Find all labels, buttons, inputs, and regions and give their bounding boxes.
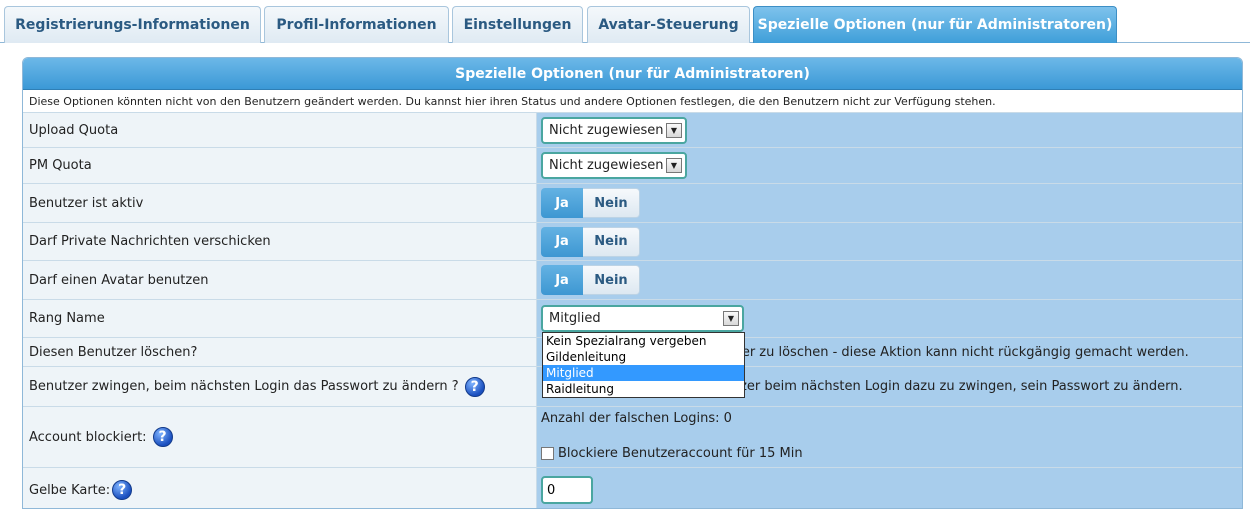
rank-select-value: Mitglied xyxy=(549,311,601,326)
rank-name-label: Rang Name xyxy=(23,300,537,337)
row-user-active: Benutzer ist aktiv Ja Nein xyxy=(23,184,1242,223)
avatar-permission-field: Ja Nein xyxy=(537,261,1242,299)
chevron-down-icon: ▼ xyxy=(666,158,682,173)
row-avatar: Darf einen Avatar benutzen Ja Nein xyxy=(23,261,1242,300)
user-active-label: Benutzer ist aktiv xyxy=(23,184,537,222)
avatar-yes-button[interactable]: Ja xyxy=(541,265,583,295)
user-active-toggle: Ja Nein xyxy=(541,188,640,218)
special-options-panel: Spezielle Optionen (nur für Administrato… xyxy=(22,57,1243,509)
force-password-label-wrap: Benutzer zwingen, beim nächsten Login da… xyxy=(23,367,537,406)
delete-user-label: Diesen Benutzer löschen? xyxy=(23,338,537,366)
tab-settings[interactable]: Einstellungen xyxy=(452,6,583,43)
block-account-checkbox[interactable] xyxy=(541,447,554,460)
private-messages-label: Darf Private Nachrichten verschicken xyxy=(23,223,537,260)
private-messages-no-button[interactable]: Nein xyxy=(583,226,640,257)
tab-registration-info[interactable]: Registrierungs-Informationen xyxy=(4,6,261,43)
help-icon[interactable]: ? xyxy=(464,376,485,397)
rank-option[interactable]: Kein Spezialrang vergeben xyxy=(543,333,744,349)
tab-special-options[interactable]: Spezielle Optionen (nur für Administrato… xyxy=(753,6,1117,43)
pm-quota-select[interactable]: Nicht zugewiesen ▼ xyxy=(541,152,687,179)
account-blocked-field: Anzahl der falschen Logins: 0 Blockiere … xyxy=(537,407,1242,467)
yellow-card-label: Gelbe Karte: xyxy=(29,482,111,498)
tab-avatar-control[interactable]: Avatar-Steuerung xyxy=(587,6,750,43)
block-account-option: Blockiere Benutzeraccount für 15 Min xyxy=(541,446,803,461)
rank-option-selected[interactable]: Mitglied xyxy=(543,365,744,381)
row-account-blocked: Account blockiert: ? Anzahl der falschen… xyxy=(23,407,1242,468)
help-icon[interactable]: ? xyxy=(112,480,133,500)
row-upload-quota: Upload Quota Nicht zugewiesen ▼ xyxy=(23,113,1242,148)
yellow-card-label-wrap: Gelbe Karte: ? xyxy=(23,468,537,508)
avatar-no-button[interactable]: Nein xyxy=(583,265,640,295)
rank-option[interactable]: Gildenleitung xyxy=(543,349,744,365)
rank-select[interactable]: Mitglied ▼ xyxy=(541,305,744,332)
pm-quota-label: PM Quota xyxy=(23,148,537,183)
yellow-card-input[interactable] xyxy=(541,476,593,504)
upload-quota-label: Upload Quota xyxy=(23,113,537,147)
block-account-label: Blockiere Benutzeraccount für 15 Min xyxy=(558,446,803,461)
private-messages-toggle: Ja Nein xyxy=(541,226,640,257)
rank-dropdown-list: Kein Spezialrang vergeben Gildenleitung … xyxy=(542,332,745,398)
failed-logins-count: Anzahl der falschen Logins: 0 xyxy=(541,411,732,426)
upload-quota-select[interactable]: Nicht zugewiesen ▼ xyxy=(541,116,687,144)
private-messages-field: Ja Nein xyxy=(537,223,1242,260)
private-messages-yes-button[interactable]: Ja xyxy=(541,226,583,257)
user-active-field: Ja Nein xyxy=(537,184,1242,222)
chevron-down-icon: ▼ xyxy=(723,311,739,326)
rank-option[interactable]: Raidleitung xyxy=(543,381,744,397)
row-yellow-card: Gelbe Karte: ? xyxy=(23,468,1242,508)
force-password-label: Benutzer zwingen, beim nächsten Login da… xyxy=(29,379,459,394)
pm-quota-value: Nicht zugewiesen xyxy=(549,158,664,173)
help-icon[interactable]: ? xyxy=(152,427,173,447)
avatar-permission-label: Darf einen Avatar benutzen xyxy=(23,261,537,299)
delete-user-text: zer zu löschen - diese Aktion kann nicht… xyxy=(735,344,1189,360)
tab-bar: Registrierungs-Informationen Profil-Info… xyxy=(0,0,1250,43)
upload-quota-field: Nicht zugewiesen ▼ xyxy=(537,113,1242,147)
user-active-no-button[interactable]: Nein xyxy=(583,188,640,218)
panel-title: Spezielle Optionen (nur für Administrato… xyxy=(23,58,1242,90)
pm-quota-field: Nicht zugewiesen ▼ xyxy=(537,148,1242,183)
row-private-messages: Darf Private Nachrichten verschicken Ja … xyxy=(23,223,1242,261)
account-blocked-label-wrap: Account blockiert: ? xyxy=(23,407,537,467)
avatar-permission-toggle: Ja Nein xyxy=(541,265,640,295)
chevron-down-icon: ▼ xyxy=(666,122,682,138)
user-active-yes-button[interactable]: Ja xyxy=(541,188,583,218)
row-pm-quota: PM Quota Nicht zugewiesen ▼ xyxy=(23,148,1242,184)
account-blocked-label: Account blockiert: xyxy=(29,429,147,445)
yellow-card-field xyxy=(537,468,1242,508)
force-password-text: tzer beim nächsten Login dazu zu zwingen… xyxy=(735,379,1183,394)
panel-description: Diese Optionen könnten nicht von den Ben… xyxy=(23,90,1242,113)
tab-profile-info[interactable]: Profil-Informationen xyxy=(264,6,449,43)
upload-quota-value: Nicht zugewiesen xyxy=(549,122,664,138)
